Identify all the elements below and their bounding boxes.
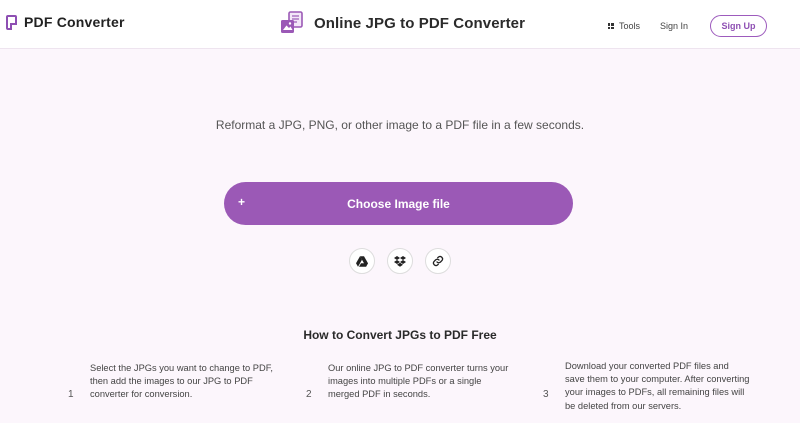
step-2: 2 Our online JPG to PDF converter turns … — [306, 362, 513, 402]
page-title: Online JPG to PDF Converter — [314, 14, 526, 32]
step-1: 1 Select the JPGs you want to change to … — [68, 362, 275, 402]
page-title-group: Online JPG to PDF Converter — [280, 11, 525, 35]
header: PDF Converter Online JPG to PDF Converte… — [0, 0, 800, 49]
step-number: 1 — [68, 389, 74, 400]
step-text: Our online JPG to PDF converter turns yo… — [328, 363, 509, 400]
pdf-logo-icon — [6, 14, 17, 30]
sign-in-link[interactable]: Sign In — [660, 21, 688, 31]
nav-right: Tools Sign In Sign Up — [607, 15, 767, 37]
dropbox-button[interactable] — [387, 248, 413, 274]
google-drive-button[interactable] — [349, 248, 375, 274]
logo-text: PDF Converter — [24, 14, 125, 30]
link-icon — [432, 255, 444, 267]
step-number: 3 — [543, 389, 549, 400]
dropbox-icon — [394, 255, 406, 267]
step-3: 3 Download your converted PDF files and … — [543, 361, 750, 413]
sign-up-button[interactable]: Sign Up — [710, 15, 767, 37]
step-text: Download your converted PDF files and sa… — [565, 361, 750, 411]
subtitle: Reformat a JPG, PNG, or other image to a… — [215, 118, 585, 132]
logo[interactable]: PDF Converter — [6, 14, 125, 30]
how-to-title: How to Convert JPGs to PDF Free — [303, 328, 497, 342]
tools-label: Tools — [618, 21, 640, 31]
plus-icon: + — [238, 195, 246, 209]
tools-menu[interactable]: Tools — [607, 21, 640, 31]
google-drive-icon — [356, 255, 368, 267]
choose-image-button[interactable]: + Choose Image file — [224, 182, 573, 225]
grid-icon — [607, 23, 614, 29]
step-text: Select the JPGs you want to change to PD… — [90, 363, 273, 400]
jpg-to-pdf-icon — [281, 11, 303, 33]
url-link-button[interactable] — [425, 248, 451, 274]
step-number: 2 — [306, 389, 312, 400]
upload-sources — [349, 248, 451, 274]
choose-image-label: Choose Image file — [347, 196, 450, 211]
